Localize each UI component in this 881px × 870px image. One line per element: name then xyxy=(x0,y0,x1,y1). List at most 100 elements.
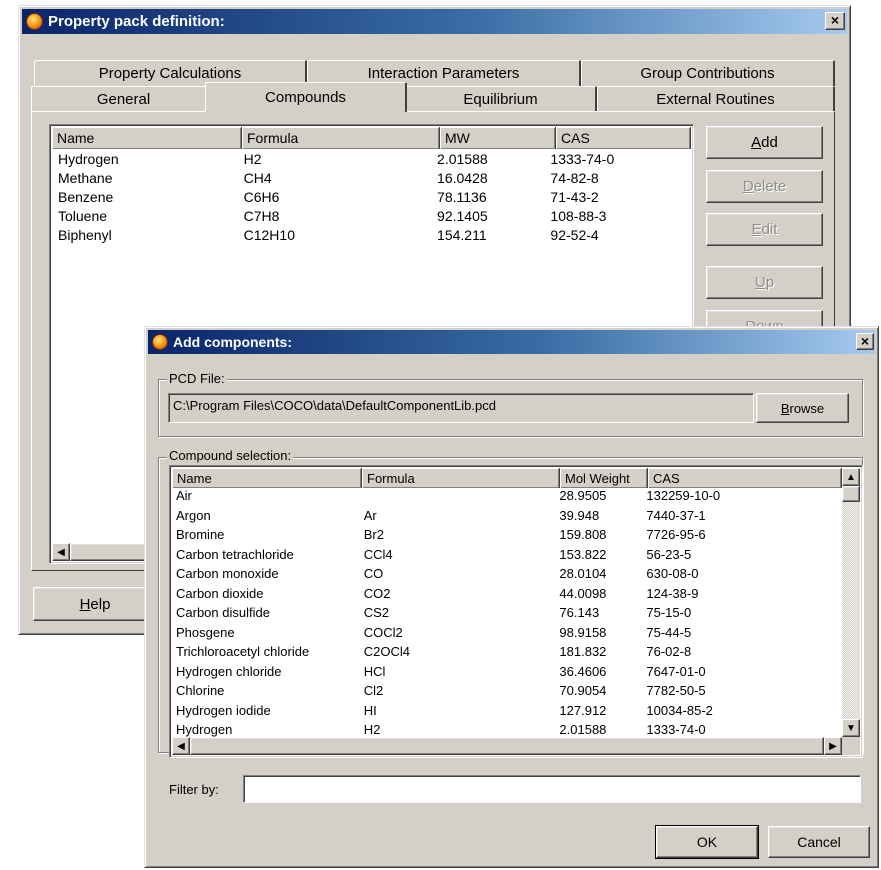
compound-name-cell: Methane xyxy=(58,170,113,186)
component-formula-cell: Ar xyxy=(363,507,377,523)
tab-general[interactable]: General xyxy=(31,86,217,112)
component-mw-cell: 70.9054 xyxy=(559,683,607,698)
compound-row[interactable]: Toluene C7H8 92.1405 108-88-3 xyxy=(52,208,691,227)
compound-mw-cell: 154.211 xyxy=(437,227,487,243)
component-cas-cell: 7440-37-1 xyxy=(646,507,706,523)
arrow-right-icon: ▶ xyxy=(829,740,837,752)
help-button[interactable]: Help xyxy=(33,587,157,621)
component-row[interactable]: Bromine Br2 159.808 7726-95-6 xyxy=(172,527,840,546)
component-name-cell: Argon xyxy=(176,507,211,523)
component-vscroll-thumb[interactable] xyxy=(842,486,860,502)
app-icon xyxy=(26,13,43,30)
dialog-titlebar[interactable]: Add components: × xyxy=(148,330,875,354)
component-row[interactable]: Hydrogen iodide HI 127.912 10034-85-2 xyxy=(172,703,840,722)
component-row[interactable]: Phosgene COCl2 98.9158 75-44-5 xyxy=(172,625,840,644)
component-mw-cell: 39.948 xyxy=(559,507,600,523)
component-row[interactable]: Carbon monoxide CO 28.0104 630-08-0 xyxy=(172,566,840,585)
component-row[interactable]: Carbon disulfide CS2 76.143 75-15-0 xyxy=(172,605,840,624)
component-formula-cell: CO xyxy=(363,566,384,581)
up-button[interactable]: Up xyxy=(706,266,823,299)
compound-formula-cell: C6H6 xyxy=(243,189,280,205)
component-vscroll-track[interactable] xyxy=(842,468,860,737)
compound-name-cell: Benzene xyxy=(58,189,114,205)
compound-row[interactable]: Hydrogen H2 2.01588 1333-74-0 xyxy=(52,151,691,170)
component-mw-cell: 127.912 xyxy=(559,702,607,718)
component-cas-cell: 132259-10-0 xyxy=(646,488,721,503)
ok-button[interactable]: OK xyxy=(655,825,759,859)
component-cas-cell: 76-02-8 xyxy=(646,644,692,659)
component-formula-cell: Br2 xyxy=(363,527,384,542)
compound-cas-cell: 92-52-4 xyxy=(550,227,599,243)
compound-selection-label: Compound selection: xyxy=(167,448,294,463)
scroll-up-button[interactable]: ▲ xyxy=(842,468,860,486)
component-row[interactable]: Trichloroacetyl chloride C2OCl4 181.832 76-… xyxy=(172,644,840,663)
component-row[interactable]: Argon Ar 39.948 7440-37-1 xyxy=(172,508,840,527)
compound-cas-cell: 74-82-8 xyxy=(550,170,599,186)
component-name-cell: Hydrogen chloride xyxy=(176,663,282,679)
tab-external-routines[interactable]: External Routines xyxy=(597,86,835,112)
compounds-list-header: Name Formula MW CAS xyxy=(52,127,691,149)
app-icon xyxy=(152,334,168,350)
scroll-down-button[interactable]: ▼ xyxy=(842,719,860,737)
close-icon: × xyxy=(860,333,870,349)
close-icon: × xyxy=(830,12,840,28)
component-cas-cell: 1333-74-0 xyxy=(646,722,706,737)
compound-mw-cell: 78.1136 xyxy=(437,189,487,205)
component-row[interactable]: Chlorine Cl2 70.9054 7782-50-5 xyxy=(172,683,840,702)
component-cas-cell: 75-44-5 xyxy=(646,624,692,640)
component-row[interactable]: Carbon dioxide CO2 44.0098 124-38-9 xyxy=(172,586,840,605)
column-header-mw[interactable]: MW xyxy=(440,127,556,149)
component-formula-cell xyxy=(360,488,556,507)
compounds-scroll-left-button[interactable]: ◀ xyxy=(52,543,70,561)
component-hscroll-thumb[interactable] xyxy=(190,737,824,755)
compound-row[interactable]: Benzene C6H6 78.1136 71-43-2 xyxy=(52,189,691,208)
column-header-formula[interactable]: Formula xyxy=(242,127,440,149)
component-row[interactable]: Hydrogen H2 2.01588 1333-74-0 xyxy=(172,722,840,737)
arrow-down-icon: ▼ xyxy=(846,722,856,734)
tab-group-contributions[interactable]: Group Contributions xyxy=(581,60,835,86)
dialog-close-button[interactable]: × xyxy=(856,333,874,350)
component-formula-cell: H2 xyxy=(363,722,381,737)
filter-input[interactable] xyxy=(243,775,861,803)
component-list[interactable]: Name Formula Mol Weight CAS Air 28.9505 13… xyxy=(169,465,863,758)
component-name-cell: Chlorine xyxy=(176,683,225,698)
dialog-title: Add components: xyxy=(173,334,292,350)
scroll-left-button[interactable]: ◀ xyxy=(172,737,190,755)
component-row[interactable]: Air 28.9505 132259-10-0 xyxy=(172,488,840,507)
component-name-cell: Hydrogen iodide xyxy=(176,702,271,718)
component-mw-cell: 36.4606 xyxy=(559,663,607,679)
component-name-cell: Carbon dioxide xyxy=(176,585,264,601)
component-cas-cell: 56-23-5 xyxy=(646,546,692,562)
add-button[interactable]: Add xyxy=(706,126,823,159)
component-name-cell: Air xyxy=(176,488,192,503)
component-name-cell: Carbon tetrachloride xyxy=(176,546,294,562)
component-mw-cell: 159.808 xyxy=(559,527,607,542)
column-header-name[interactable]: Name xyxy=(52,127,242,149)
main-close-button[interactable]: × xyxy=(825,12,845,30)
column-header-cas[interactable]: CAS xyxy=(556,127,691,149)
compound-name-cell: Biphenyl xyxy=(58,227,112,243)
compound-row[interactable]: Methane CH4 16.0428 74-82-8 xyxy=(52,170,691,189)
edit-button[interactable]: Edit xyxy=(706,213,823,246)
browse-button[interactable]: Browse xyxy=(756,393,849,423)
delete-button[interactable]: Delete xyxy=(706,170,823,203)
compound-row[interactable]: Biphenyl C12H10 154.211 92-52-4 xyxy=(52,227,691,246)
component-name-cell: Carbon disulfide xyxy=(176,605,270,620)
compound-formula-cell: H2 xyxy=(243,151,262,167)
component-name-cell: Trichloroacetyl chloride xyxy=(176,644,310,659)
component-row[interactable]: Hydrogen chloride HCl 36.4606 7647-01-0 xyxy=(172,664,840,683)
scroll-right-button[interactable]: ▶ xyxy=(824,737,842,755)
main-titlebar[interactable]: Property pack definition: × xyxy=(22,9,847,34)
tab-compounds[interactable]: Compounds xyxy=(205,82,407,112)
component-mw-cell: 28.0104 xyxy=(559,566,607,581)
component-row[interactable]: Carbon tetrachloride CCl4 153.822 56-23-5 xyxy=(172,547,840,566)
add-components-dialog: Add components: × PCD File: C:\Program F… xyxy=(144,326,879,868)
component-formula-cell: HCl xyxy=(363,663,386,679)
main-window-title: Property pack definition: xyxy=(48,13,225,30)
cancel-button[interactable]: Cancel xyxy=(768,826,870,858)
compound-mw-cell: 16.0428 xyxy=(437,170,488,186)
tab-equilibrium[interactable]: Equilibrium xyxy=(405,86,597,112)
component-name-cell: Bromine xyxy=(176,527,225,542)
component-cas-cell: 630-08-0 xyxy=(646,566,699,581)
component-cas-cell: 10034-85-2 xyxy=(646,702,713,718)
